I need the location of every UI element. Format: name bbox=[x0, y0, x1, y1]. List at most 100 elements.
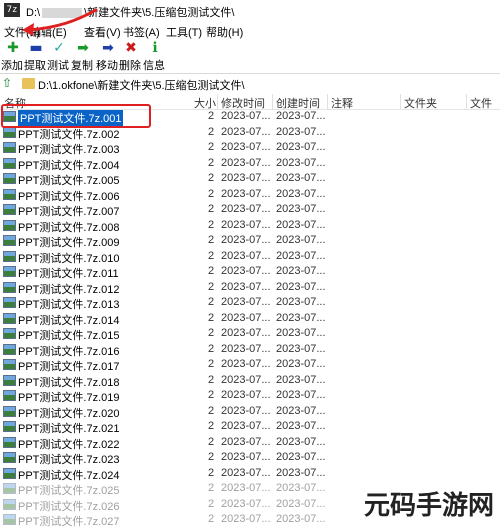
file-size: 2 bbox=[208, 482, 215, 494]
file-size: 2 bbox=[208, 435, 215, 448]
menu-item-3[interactable]: 书签(A) bbox=[123, 24, 160, 40]
file-created: 2023-07... bbox=[276, 234, 326, 246]
toolbar: ✚ 添加 ▬ 提取 ✓ 测试 ➡ 复制 ➡ 移动 ✖ 删除 ℹ 信息 bbox=[0, 39, 500, 72]
file-modified: 2023-07... bbox=[221, 497, 271, 510]
archive-file-icon bbox=[3, 312, 16, 324]
table-row[interactable]: PPT测试文件.7z.024 2 2023-07... 2023-07... bbox=[0, 466, 500, 482]
file-modified: 2023-07... bbox=[221, 389, 271, 401]
file-created: 2023-07... bbox=[276, 327, 326, 339]
file-modified: 2023-07... bbox=[221, 156, 271, 169]
table-row[interactable]: PPT测试文件.7z.020 2 2023-07... 2023-07... bbox=[0, 404, 500, 420]
table-row[interactable]: PPT测试文件.7z.011 2 2023-07... 2023-07... bbox=[0, 264, 500, 280]
column-divider[interactable] bbox=[217, 94, 218, 109]
address-bar[interactable]: ⇧ D:\1.okfone\新建文件夹\5.压缩包测试文件\ bbox=[0, 73, 500, 95]
file-size: 2 bbox=[208, 265, 215, 277]
table-row[interactable]: PPT测试文件.7z.018 2 2023-07... 2023-07... bbox=[0, 373, 500, 389]
table-row[interactable]: PPT测试文件.7z.003 2 2023-07... 2023-07... bbox=[0, 140, 500, 156]
archive-file-icon bbox=[3, 343, 16, 355]
file-size: 2 bbox=[208, 187, 215, 200]
table-row[interactable]: PPT测试文件.7z.016 2 2023-07... 2023-07... bbox=[0, 342, 500, 358]
archive-file-icon bbox=[3, 204, 16, 215]
info-icon: ℹ bbox=[152, 40, 158, 56]
file-size: 2 bbox=[208, 156, 215, 169]
file-created: 2023-07... bbox=[276, 172, 326, 184]
table-row[interactable]: PPT测试文件.7z.006 2 2023-07... 2023-07... bbox=[0, 187, 500, 203]
table-row[interactable]: PPT测试文件.7z.007 2 2023-07... 2023-07... bbox=[0, 202, 500, 218]
info-button[interactable]: ℹ 信息 bbox=[143, 40, 167, 73]
copy-icon: ➡ bbox=[77, 40, 89, 56]
table-row[interactable]: PPT测试文件.7z.008 2 2023-07... 2023-07... bbox=[0, 218, 500, 234]
archive-file-icon bbox=[3, 436, 16, 448]
archive-file-icon bbox=[3, 173, 16, 184]
title-suffix: \新建文件夹\5.压缩包测试文件\ bbox=[84, 7, 235, 19]
file-size: 2 bbox=[208, 172, 215, 184]
file-created: 2023-07... bbox=[276, 156, 326, 169]
table-row[interactable]: PPT测试文件.7z.015 2 2023-07... 2023-07... bbox=[0, 326, 500, 342]
toolbar-label: 信息 bbox=[143, 60, 165, 72]
file-created: 2023-07... bbox=[276, 373, 326, 386]
archive-file-icon bbox=[3, 235, 16, 246]
column-divider[interactable] bbox=[272, 94, 273, 109]
toolbar-label: 删除 bbox=[119, 60, 141, 72]
column-divider[interactable] bbox=[400, 94, 401, 109]
file-created: 2023-07... bbox=[276, 358, 326, 370]
menu-item-4[interactable]: 工具(T) bbox=[166, 24, 202, 40]
archive-file-icon bbox=[3, 297, 16, 308]
table-row[interactable]: PPT测试文件.7z.013 2 2023-07... 2023-07... bbox=[0, 295, 500, 311]
menu-item-5[interactable]: 帮助(H) bbox=[206, 24, 243, 40]
file-modified: 2023-07... bbox=[221, 404, 271, 417]
archive-file-icon bbox=[3, 390, 16, 401]
table-row[interactable]: PPT测试文件.7z.004 2 2023-07... 2023-07... bbox=[0, 156, 500, 172]
file-name: PPT测试文件.7z.027 bbox=[18, 516, 120, 528]
file-size: 2 bbox=[208, 497, 215, 510]
archive-file-icon bbox=[3, 467, 16, 479]
archive-file-icon bbox=[3, 142, 16, 153]
column-divider[interactable] bbox=[466, 94, 467, 109]
archive-file-icon bbox=[3, 452, 16, 463]
file-created: 2023-07... bbox=[276, 280, 326, 293]
file-modified: 2023-07... bbox=[221, 435, 271, 448]
file-created: 2023-07... bbox=[276, 435, 326, 448]
table-row[interactable]: PPT测试文件.7z.017 2 2023-07... 2023-07... bbox=[0, 357, 500, 373]
annotation-highlight-box bbox=[1, 104, 151, 128]
file-created: 2023-07... bbox=[276, 141, 326, 153]
file-created: 2023-07... bbox=[276, 110, 326, 122]
file-size: 2 bbox=[208, 420, 215, 432]
file-size: 2 bbox=[208, 513, 215, 525]
archive-file-icon bbox=[3, 250, 16, 262]
file-created: 2023-07... bbox=[276, 125, 326, 138]
table-row[interactable]: PPT测试文件.7z.019 2 2023-07... 2023-07... bbox=[0, 388, 500, 404]
file-size: 2 bbox=[208, 404, 215, 417]
file-created: 2023-07... bbox=[276, 451, 326, 463]
file-size: 2 bbox=[208, 296, 215, 308]
table-row[interactable]: PPT测试文件.7z.023 2 2023-07... 2023-07... bbox=[0, 450, 500, 466]
address-path[interactable]: D:\1.okfone\新建文件夹\5.压缩包测试文件\ bbox=[38, 77, 245, 93]
file-modified: 2023-07... bbox=[221, 218, 271, 231]
file-size: 2 bbox=[208, 342, 215, 355]
table-row[interactable]: PPT测试文件.7z.012 2 2023-07... 2023-07... bbox=[0, 280, 500, 296]
up-folder-icon[interactable]: ⇧ bbox=[2, 76, 12, 90]
toolbar-label: 复制 bbox=[71, 60, 93, 72]
file-modified: 2023-07... bbox=[221, 358, 271, 370]
table-row[interactable]: PPT测试文件.7z.021 2 2023-07... 2023-07... bbox=[0, 419, 500, 435]
copy-button[interactable]: ➡ 复制 bbox=[71, 40, 95, 73]
toolbar-label: 测试 bbox=[47, 60, 69, 72]
file-created: 2023-07... bbox=[276, 513, 326, 525]
delete-button[interactable]: ✖ 删除 bbox=[119, 40, 143, 73]
table-row[interactable]: PPT测试文件.7z.009 2 2023-07... 2023-07... bbox=[0, 233, 500, 249]
delete-icon: ✖ bbox=[125, 40, 137, 56]
column-divider[interactable] bbox=[327, 94, 328, 109]
file-created: 2023-07... bbox=[276, 203, 326, 215]
file-size: 2 bbox=[208, 451, 215, 463]
table-row[interactable]: PPT测试文件.7z.010 2 2023-07... 2023-07... bbox=[0, 249, 500, 265]
file-created: 2023-07... bbox=[276, 311, 326, 324]
test-button[interactable]: ✓ 测试 bbox=[47, 40, 71, 73]
table-row[interactable]: PPT测试文件.7z.005 2 2023-07... 2023-07... bbox=[0, 171, 500, 187]
table-row[interactable]: PPT测试文件.7z.014 2 2023-07... 2023-07... bbox=[0, 311, 500, 327]
file-modified: 2023-07... bbox=[221, 265, 271, 277]
file-modified: 2023-07... bbox=[221, 172, 271, 184]
table-row[interactable]: PPT测试文件.7z.022 2 2023-07... 2023-07... bbox=[0, 435, 500, 451]
archive-file-icon bbox=[3, 328, 16, 339]
extract-icon: ▬ bbox=[29, 40, 43, 56]
file-modified: 2023-07... bbox=[221, 141, 271, 153]
